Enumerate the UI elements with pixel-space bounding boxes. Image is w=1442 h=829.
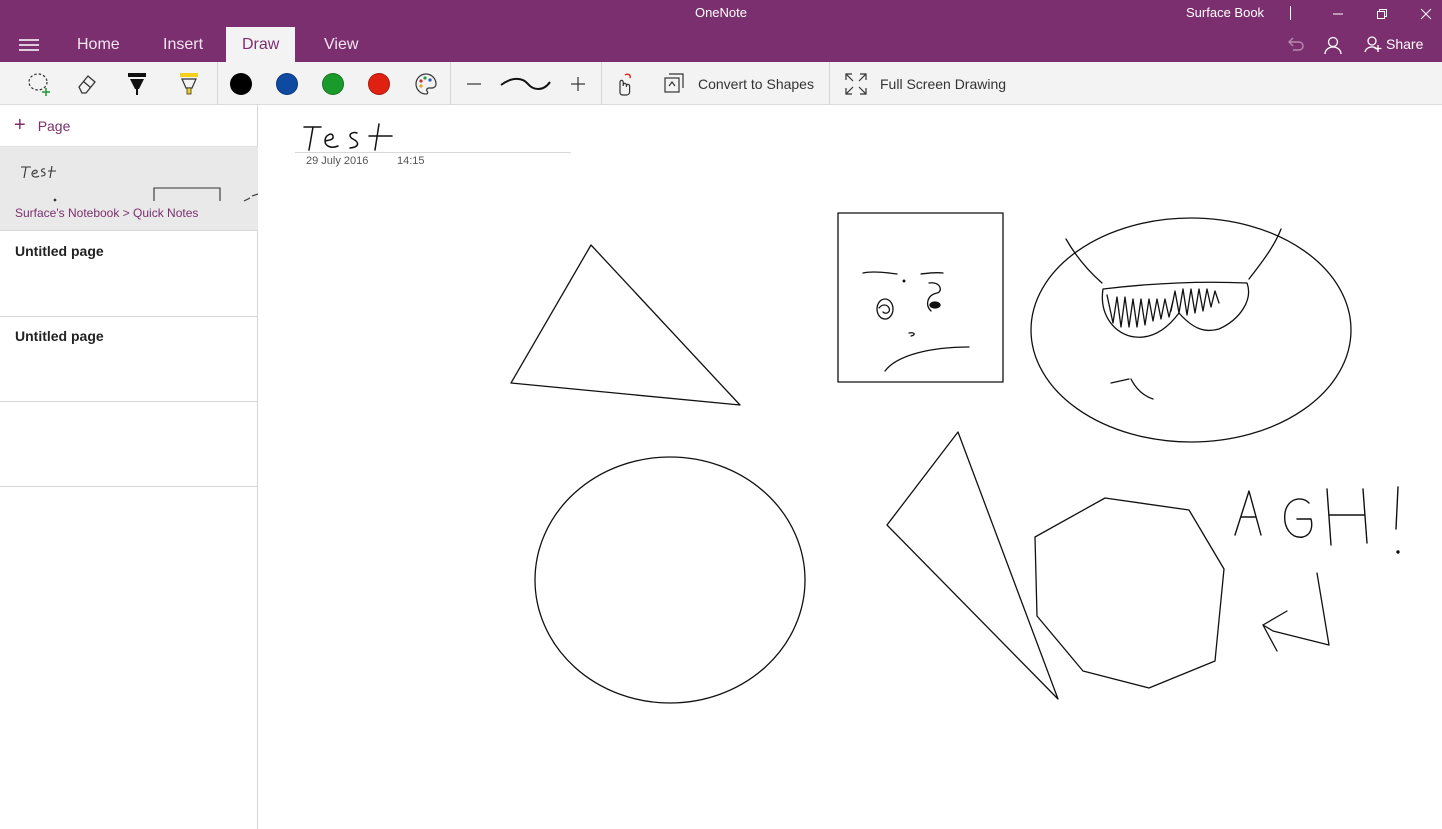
ribbon-tab-bar: Home Insert Draw View Share <box>0 27 1442 62</box>
pen-color-black[interactable] <box>228 62 254 105</box>
color-swatch <box>368 72 390 95</box>
palette-icon <box>415 72 437 95</box>
restore-icon <box>1377 8 1387 19</box>
page-item-current[interactable]: Surface's Notebook > Quick Notes <box>0 147 258 231</box>
color-swatch <box>276 72 298 95</box>
plus-icon <box>571 76 585 91</box>
ink-agh-text <box>1234 486 1400 554</box>
hamburger-icon <box>19 39 39 51</box>
navigation-menu-button[interactable] <box>12 34 46 56</box>
restore-button[interactable] <box>1360 0 1404 27</box>
convert-to-shapes-label: Convert to Shapes <box>698 75 814 92</box>
convert-shapes-icon <box>664 72 684 93</box>
undo-icon <box>1288 37 1304 51</box>
page-list-pane: + Page Surface's Notebook > Quick Notes … <box>0 105 258 829</box>
page-thumbnail <box>21 165 258 202</box>
add-page-label: Page <box>37 117 71 134</box>
lasso-select-icon <box>28 72 50 96</box>
lasso-select-button[interactable] <box>22 62 56 105</box>
highlighter-icon <box>180 72 198 94</box>
stroke-preview-icon <box>500 77 551 90</box>
toolbar-separator <box>829 62 830 105</box>
person-icon <box>1324 36 1342 54</box>
empty-page-slot <box>0 402 258 487</box>
page-item[interactable]: Untitled page <box>0 317 258 402</box>
convert-to-shapes-button[interactable]: Convert to Shapes <box>662 62 822 105</box>
touch-draw-icon <box>619 73 631 96</box>
pen-icon <box>128 72 146 95</box>
ink-square-face <box>837 212 1004 383</box>
note-canvas[interactable]: 29 July 2016 14:15 <box>259 105 1442 829</box>
toolbar-separator <box>601 62 602 105</box>
more-colors-button[interactable] <box>412 62 440 105</box>
page-title: Untitled page <box>15 328 104 344</box>
tab-home[interactable]: Home <box>61 27 136 62</box>
ink-heptagon <box>1034 497 1225 689</box>
add-page-button[interactable]: + Page <box>0 105 258 147</box>
decrease-thickness-button[interactable] <box>460 62 488 105</box>
toolbar-separator <box>450 62 451 105</box>
highlighter-button[interactable] <box>172 62 206 105</box>
tab-insert[interactable]: Insert <box>147 27 219 62</box>
full-screen-icon <box>845 72 867 95</box>
draw-toolbar: Convert to Shapes Full Screen Drawing <box>0 62 1442 105</box>
minimize-icon <box>1333 13 1343 14</box>
minus-icon <box>467 82 481 85</box>
eraser-button[interactable] <box>70 62 104 105</box>
undo-button[interactable] <box>1284 27 1306 62</box>
full-screen-drawing-label: Full Screen Drawing <box>880 75 1007 92</box>
pen-color-blue[interactable] <box>274 62 300 105</box>
color-swatch <box>230 72 252 95</box>
ink-triangle <box>510 244 741 406</box>
share-person-icon <box>1364 36 1382 53</box>
page-title: Untitled page <box>15 243 104 259</box>
minimize-button[interactable] <box>1316 0 1360 27</box>
ink-circle <box>534 456 806 704</box>
pen-color-green[interactable] <box>320 62 346 105</box>
ink-arrow <box>1262 572 1330 652</box>
color-swatch <box>322 72 344 95</box>
share-button[interactable]: Share <box>1364 35 1423 53</box>
account-button[interactable] <box>1322 27 1344 62</box>
share-label: Share <box>1386 36 1424 52</box>
pen-button[interactable] <box>120 62 154 105</box>
breadcrumb[interactable]: Surface's Notebook > Quick Notes <box>15 206 198 220</box>
stroke-thickness-preview <box>496 62 554 105</box>
eraser-icon <box>78 74 96 94</box>
ink-title <box>303 123 393 151</box>
tab-view[interactable]: View <box>308 27 374 62</box>
page-item[interactable]: Untitled page <box>0 232 258 317</box>
pen-color-red[interactable] <box>366 62 392 105</box>
draw-with-touch-button[interactable] <box>610 62 638 105</box>
plus-icon: + <box>14 114 26 136</box>
toolbar-separator <box>217 62 218 105</box>
ink-triangle <box>886 431 1059 700</box>
title-separator <box>1290 6 1291 20</box>
ink-ellipse-sunglasses <box>1030 217 1352 443</box>
title-bar: OneNote Surface Book <box>0 0 1442 27</box>
device-name: Surface Book <box>1186 5 1265 20</box>
full-screen-drawing-button[interactable]: Full Screen Drawing <box>844 62 1014 105</box>
close-button[interactable] <box>1404 0 1442 27</box>
increase-thickness-button[interactable] <box>564 62 592 105</box>
tab-draw[interactable]: Draw <box>226 27 296 62</box>
close-icon <box>1420 8 1432 19</box>
ink-drawing <box>303 123 1400 704</box>
